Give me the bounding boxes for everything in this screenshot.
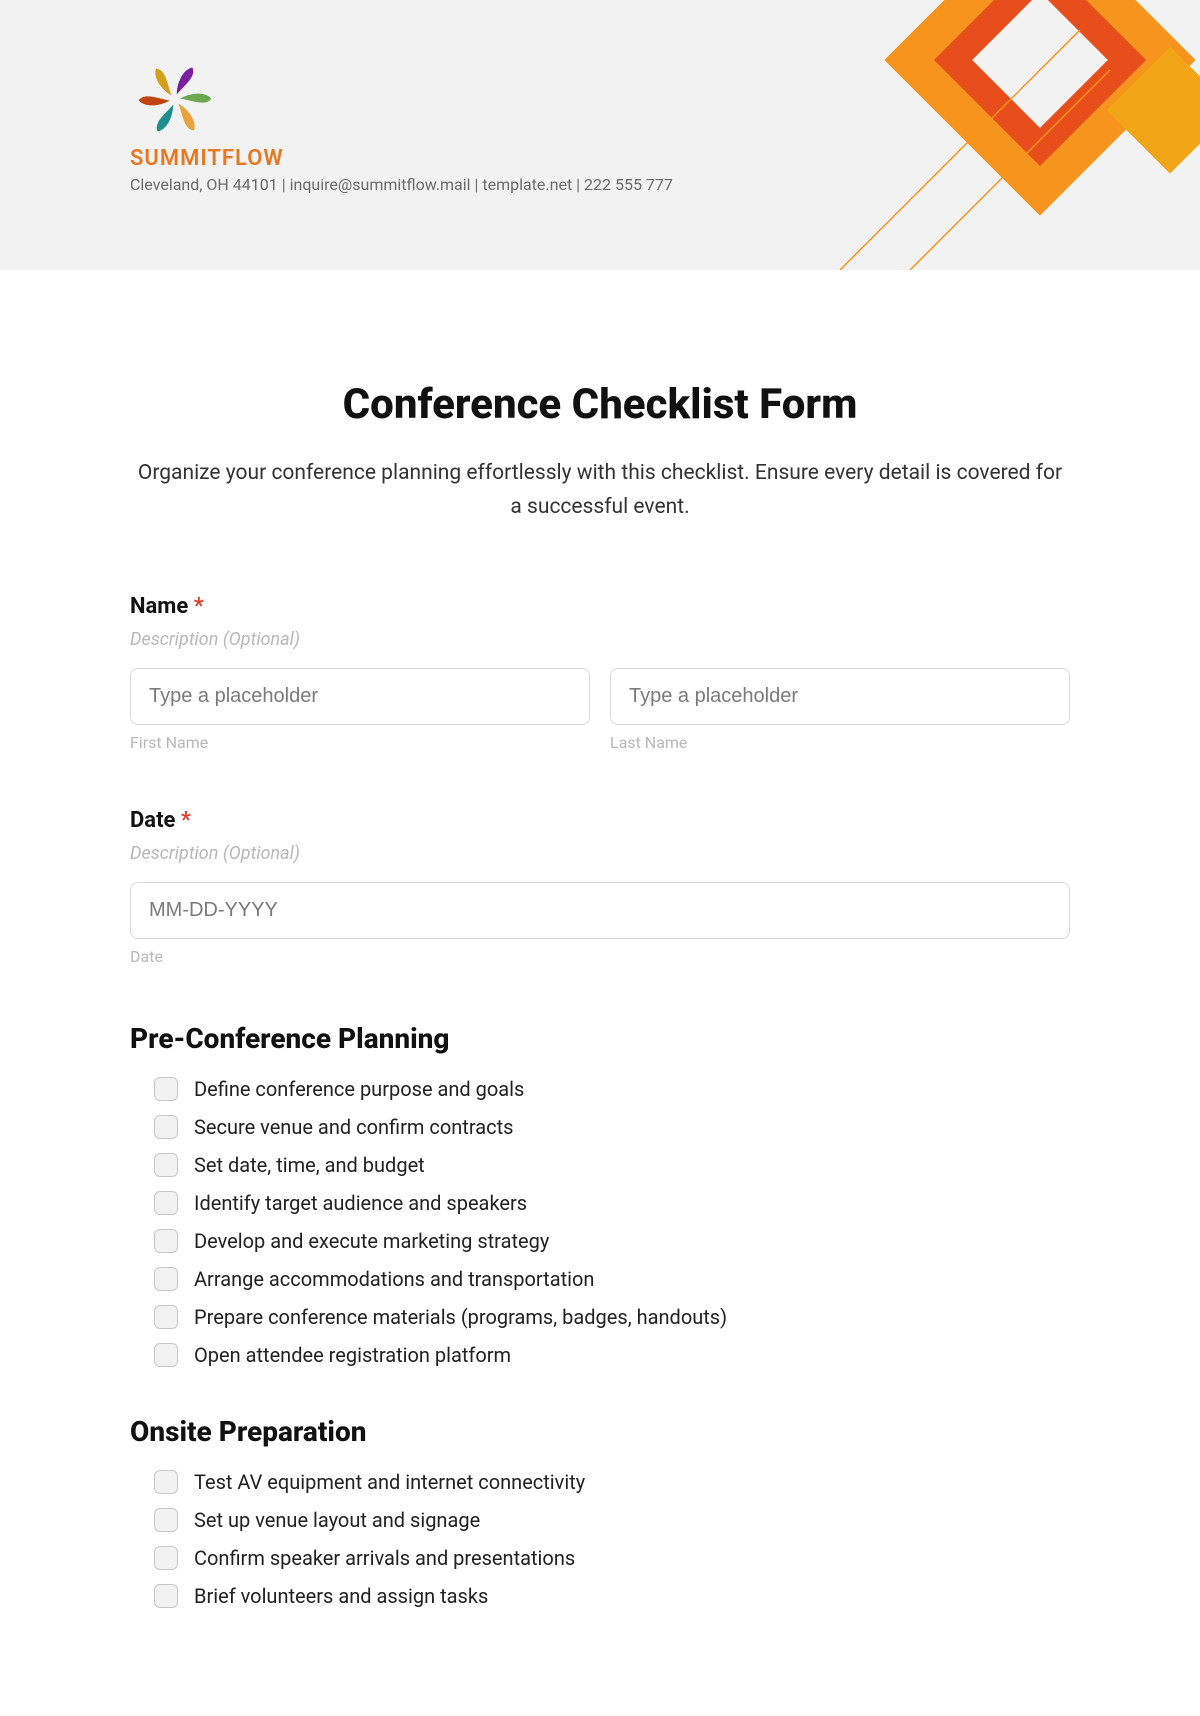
checkbox-label: Set up venue layout and signage (194, 1508, 480, 1532)
checkbox[interactable] (154, 1077, 178, 1101)
list-item: Secure venue and confirm contracts (154, 1115, 1070, 1139)
page-title: Conference Checklist Form (130, 380, 1070, 429)
date-sublabel: Date (130, 947, 1070, 966)
checkbox-label: Identify target audience and speakers (194, 1191, 527, 1215)
logo-block: SUMMITFLOW Cleveland, OH 44101 | inquire… (130, 50, 1200, 194)
list-item: Brief volunteers and assign tasks (154, 1584, 1070, 1608)
checkbox[interactable] (154, 1267, 178, 1291)
required-mark: * (181, 808, 191, 833)
page-intro: Organize your conference planning effort… (130, 457, 1070, 524)
list-item: Set date, time, and budget (154, 1153, 1070, 1177)
checklist: Define conference purpose and goals Secur… (130, 1077, 1070, 1367)
name-label-text: Name (130, 594, 188, 619)
first-name-input[interactable] (130, 668, 590, 725)
name-field-group: Name * Description (Optional) First Name… (130, 594, 1070, 752)
first-name-sublabel: First Name (130, 733, 590, 752)
brand-logo-icon (130, 50, 220, 140)
header-banner: SUMMITFLOW Cleveland, OH 44101 | inquire… (0, 0, 1200, 270)
section-title: Pre-Conference Planning (130, 1022, 1070, 1055)
form-content: Conference Checklist Form Organize your … (0, 270, 1200, 1716)
checklist: Test AV equipment and internet connectiv… (130, 1470, 1070, 1608)
checkbox[interactable] (154, 1343, 178, 1367)
date-description: Description (Optional) (130, 843, 1070, 864)
last-name-sublabel: Last Name (610, 733, 1070, 752)
checkbox[interactable] (154, 1229, 178, 1253)
checkbox[interactable] (154, 1546, 178, 1570)
checkbox[interactable] (154, 1153, 178, 1177)
list-item: Prepare conference materials (programs, … (154, 1305, 1070, 1329)
checkbox-label: Set date, time, and budget (194, 1153, 425, 1177)
required-mark: * (194, 594, 204, 619)
checkbox-label: Secure venue and confirm contracts (194, 1115, 513, 1139)
list-item: Test AV equipment and internet connectiv… (154, 1470, 1070, 1494)
list-item: Identify target audience and speakers (154, 1191, 1070, 1215)
brand-name: SUMMITFLOW (130, 146, 1200, 171)
checkbox-label: Brief volunteers and assign tasks (194, 1584, 488, 1608)
section-title: Onsite Preparation (130, 1415, 1070, 1448)
list-item: Set up venue layout and signage (154, 1508, 1070, 1532)
list-item: Arrange accommodations and transportatio… (154, 1267, 1070, 1291)
last-name-input[interactable] (610, 668, 1070, 725)
list-item: Define conference purpose and goals (154, 1077, 1070, 1101)
checkbox[interactable] (154, 1305, 178, 1329)
checkbox-label: Open attendee registration platform (194, 1343, 511, 1367)
date-label-text: Date (130, 808, 175, 833)
list-item: Open attendee registration platform (154, 1343, 1070, 1367)
name-description: Description (Optional) (130, 629, 1070, 650)
name-label: Name * (130, 594, 1070, 619)
checkbox[interactable] (154, 1115, 178, 1139)
checkbox-label: Arrange accommodations and transportatio… (194, 1267, 594, 1291)
list-item: Develop and execute marketing strategy (154, 1229, 1070, 1253)
checkbox-label: Confirm speaker arrivals and presentatio… (194, 1546, 575, 1570)
checklist-section: Pre-Conference Planning Define conference… (130, 1022, 1070, 1367)
checkbox[interactable] (154, 1191, 178, 1215)
checkbox[interactable] (154, 1584, 178, 1608)
checkbox-label: Prepare conference materials (programs, … (194, 1305, 727, 1329)
checkbox-label: Define conference purpose and goals (194, 1077, 524, 1101)
list-item: Confirm speaker arrivals and presentatio… (154, 1546, 1070, 1570)
checkbox[interactable] (154, 1508, 178, 1532)
checkbox-label: Test AV equipment and internet connectiv… (194, 1470, 585, 1494)
date-label: Date * (130, 808, 1070, 833)
date-input[interactable] (130, 882, 1070, 939)
date-field-group: Date * Description (Optional) Date (130, 808, 1070, 966)
checkbox[interactable] (154, 1470, 178, 1494)
checklist-section: Onsite Preparation Test AV equipment and … (130, 1415, 1070, 1608)
brand-info: Cleveland, OH 44101 | inquire@summitflow… (130, 175, 1200, 194)
checkbox-label: Develop and execute marketing strategy (194, 1229, 549, 1253)
